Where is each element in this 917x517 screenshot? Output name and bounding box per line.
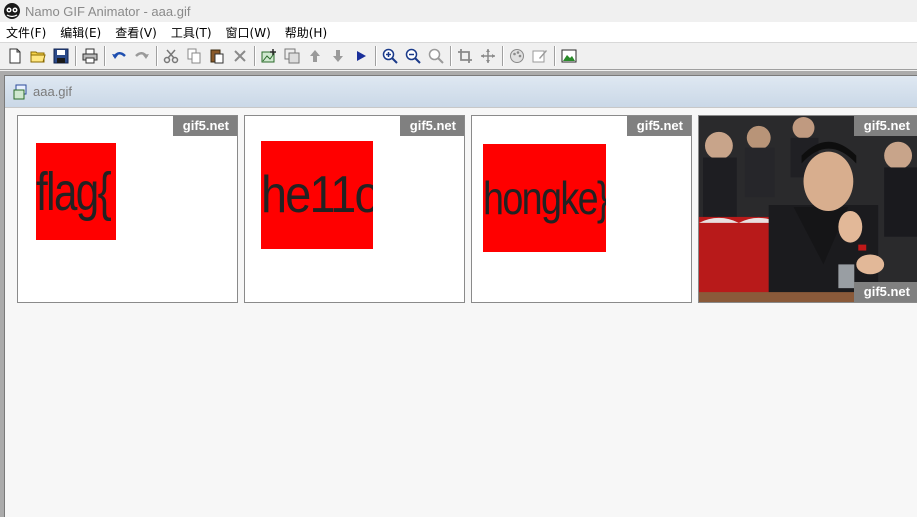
mdi-workspace: aaa.gif flag{ gif5.net he11o gif5.net ho <box>0 71 917 517</box>
play-icon <box>357 51 366 61</box>
move-button[interactable] <box>477 45 499 67</box>
toolbar-separator <box>156 46 158 66</box>
paste-button[interactable] <box>206 45 228 67</box>
toolbar-separator <box>375 46 377 66</box>
zoom-in-button[interactable] <box>379 45 401 67</box>
copy-icon <box>187 48 201 64</box>
frame-3-text: hongke} <box>483 172 606 224</box>
app-icon <box>4 3 20 19</box>
frame-2-red-box: he11o <box>261 141 373 249</box>
move-up-icon <box>310 50 320 62</box>
zoom-fit-icon <box>428 48 444 64</box>
insert-frame-button[interactable] <box>258 45 280 67</box>
print-icon <box>82 48 98 64</box>
frame-3-red-box: hongke} <box>483 144 606 252</box>
frame-1-text: flag{ <box>36 161 112 222</box>
document-title: aaa.gif <box>33 84 73 99</box>
frame-4-watermark-bottom: gif5.net <box>853 282 917 302</box>
duplicate-frame-button[interactable] <box>281 45 303 67</box>
toolbar-separator <box>450 46 452 66</box>
insert-frame-icon <box>261 49 276 63</box>
frame-3-watermark: gif5.net <box>626 116 691 136</box>
toolbar-separator <box>254 46 256 66</box>
save-icon <box>53 48 69 64</box>
save-button[interactable] <box>50 45 72 67</box>
cut-icon <box>163 49 179 64</box>
toolbar <box>0 42 917 70</box>
palette-button[interactable] <box>506 45 528 67</box>
palette-icon <box>510 49 524 63</box>
photo-of-man-clapping <box>699 116 917 302</box>
crop-icon <box>458 49 472 63</box>
play-button[interactable] <box>350 45 372 67</box>
paste-icon <box>210 49 224 64</box>
frame-2-watermark: gif5.net <box>399 116 464 136</box>
duplicate-frame-icon <box>284 48 300 64</box>
edit-image-button[interactable] <box>529 45 551 67</box>
menu-file[interactable]: 文件(F) <box>0 24 53 41</box>
frame-3[interactable]: hongke} gif5.net <box>471 115 692 303</box>
toolbar-separator <box>104 46 106 66</box>
delete-button[interactable] <box>229 45 251 67</box>
zoom-fit-button[interactable] <box>425 45 447 67</box>
toolbar-separator <box>75 46 77 66</box>
frame-4[interactable]: gif5.net gif5.net <box>698 115 917 303</box>
open-button[interactable] <box>27 45 49 67</box>
redo-button[interactable] <box>131 45 153 67</box>
new-file-button[interactable] <box>4 45 26 67</box>
document-titlebar[interactable]: aaa.gif <box>5 76 917 107</box>
zoom-out-button[interactable] <box>402 45 424 67</box>
toolbar-separator <box>502 46 504 66</box>
open-folder-icon <box>30 51 46 63</box>
print-button[interactable] <box>79 45 101 67</box>
frame-4-watermark: gif5.net <box>853 116 917 136</box>
frame-1-watermark: gif5.net <box>172 116 237 136</box>
frame-2[interactable]: he11o gif5.net <box>244 115 465 303</box>
toolbar-separator <box>554 46 556 66</box>
menu-help[interactable]: 帮助(H) <box>278 24 334 41</box>
frame-1[interactable]: flag{ gif5.net <box>17 115 238 303</box>
menu-edit[interactable]: 编辑(E) <box>53 24 108 41</box>
window-title: Namo GIF Animator - aaa.gif <box>25 3 191 19</box>
zoom-in-icon <box>382 48 398 64</box>
move-icon <box>481 49 495 63</box>
undo-button[interactable] <box>108 45 130 67</box>
move-up-button[interactable] <box>304 45 326 67</box>
preview-image-button[interactable] <box>558 45 580 67</box>
preview-image-icon <box>561 49 577 63</box>
crop-button[interactable] <box>454 45 476 67</box>
redo-icon <box>135 52 149 59</box>
cut-button[interactable] <box>160 45 182 67</box>
edit-image-icon <box>532 50 547 63</box>
menu-tools[interactable]: 工具(T) <box>164 24 219 41</box>
gif-document-icon <box>13 84 27 99</box>
undo-icon <box>112 52 126 59</box>
window-titlebar: Namo GIF Animator - aaa.gif <box>0 0 917 22</box>
menu-view[interactable]: 查看(V) <box>108 24 164 41</box>
frame-strip: flag{ gif5.net he11o gif5.net hongke} gi… <box>5 107 917 517</box>
move-down-button[interactable] <box>327 45 349 67</box>
new-file-icon <box>9 48 21 64</box>
zoom-out-icon <box>405 48 421 64</box>
menubar: 文件(F) 编辑(E) 查看(V) 工具(T) 窗口(W) 帮助(H) <box>0 22 917 42</box>
frame-2-text: he11o <box>261 166 373 224</box>
frame-1-red-box: flag{ <box>36 143 116 240</box>
menu-window[interactable]: 窗口(W) <box>219 24 278 41</box>
move-down-icon <box>333 50 343 62</box>
delete-icon <box>234 50 246 62</box>
copy-button[interactable] <box>183 45 205 67</box>
document-window: aaa.gif flag{ gif5.net he11o gif5.net ho <box>4 75 917 517</box>
